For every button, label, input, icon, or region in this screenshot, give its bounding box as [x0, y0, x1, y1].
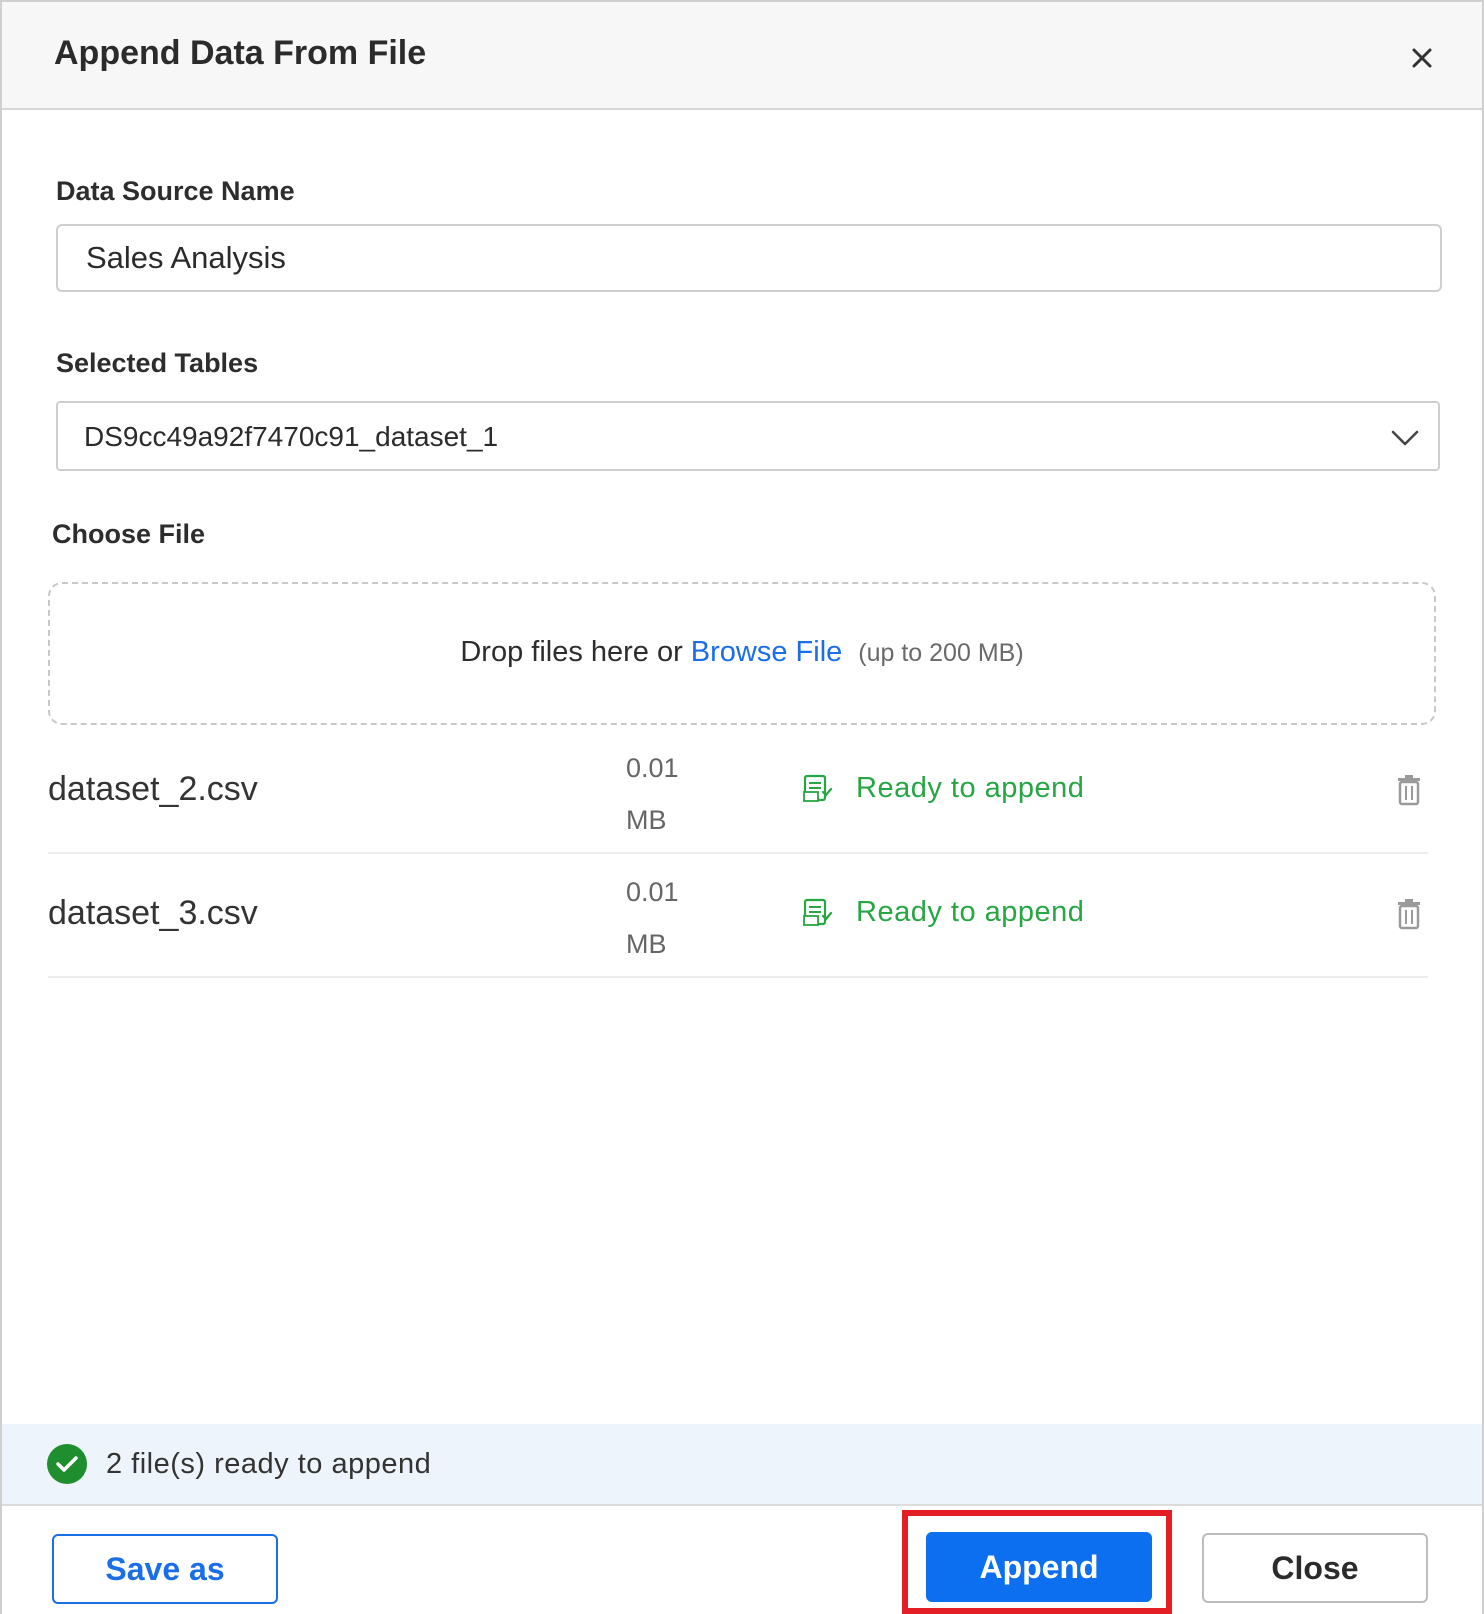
- append-data-dialog: Append Data From File Data Source Name S…: [0, 0, 1484, 1614]
- close-button[interactable]: Close: [1202, 1533, 1428, 1603]
- check-circle-icon: [46, 1443, 88, 1485]
- file-row: dataset_3.csv 0.01 MB Ready to append: [48, 854, 1428, 978]
- file-size-unit: MB: [626, 929, 667, 959]
- file-row: dataset_2.csv 0.01 MB Ready to append: [48, 730, 1428, 854]
- data-source-name-label: Data Source Name: [56, 176, 295, 206]
- csv-ready-icon: [800, 896, 834, 930]
- file-size: 0.01 MB: [626, 742, 679, 846]
- drop-files-text: Drop files here or: [460, 636, 683, 668]
- file-name: dataset_2.csv: [48, 770, 258, 808]
- data-source-name-input[interactable]: [56, 224, 1442, 292]
- dialog-footer: Save as Append Close: [2, 1504, 1482, 1614]
- selected-tables-value: DS9cc49a92f7470c91_dataset_1: [84, 421, 499, 452]
- files-ready-text: 2 file(s) ready to append: [106, 1448, 432, 1480]
- selected-tables-dropdown[interactable]: DS9cc49a92f7470c91_dataset_1: [56, 401, 1440, 471]
- file-size-value: 0.01: [626, 877, 679, 907]
- file-status-text: Ready to append: [856, 772, 1085, 804]
- file-drop-zone[interactable]: Drop files here or Browse File (up to 200 …: [48, 582, 1436, 725]
- selected-tables-label: Selected Tables: [56, 348, 259, 378]
- size-limit-text: (up to 200 MB): [858, 639, 1024, 667]
- save-as-button[interactable]: Save as: [52, 1534, 278, 1604]
- csv-ready-icon: [800, 772, 834, 806]
- choose-file-label: Choose File: [52, 519, 206, 549]
- trash-icon[interactable]: [1396, 774, 1422, 806]
- trash-icon[interactable]: [1396, 898, 1422, 930]
- file-size: 0.01 MB: [626, 866, 679, 970]
- file-status-text: Ready to append: [856, 896, 1085, 928]
- append-highlight-box: [902, 1510, 1172, 1614]
- chevron-down-icon: [1388, 421, 1422, 455]
- browse-file-link[interactable]: Browse File: [691, 636, 843, 668]
- dialog-header: Append Data From File: [2, 2, 1482, 110]
- file-size-unit: MB: [626, 805, 667, 835]
- status-bar: 2 file(s) ready to append: [2, 1424, 1482, 1504]
- file-name: dataset_3.csv: [48, 894, 258, 932]
- file-size-value: 0.01: [626, 753, 679, 783]
- dialog-title: Append Data From File: [54, 34, 427, 72]
- close-icon[interactable]: [1402, 38, 1442, 78]
